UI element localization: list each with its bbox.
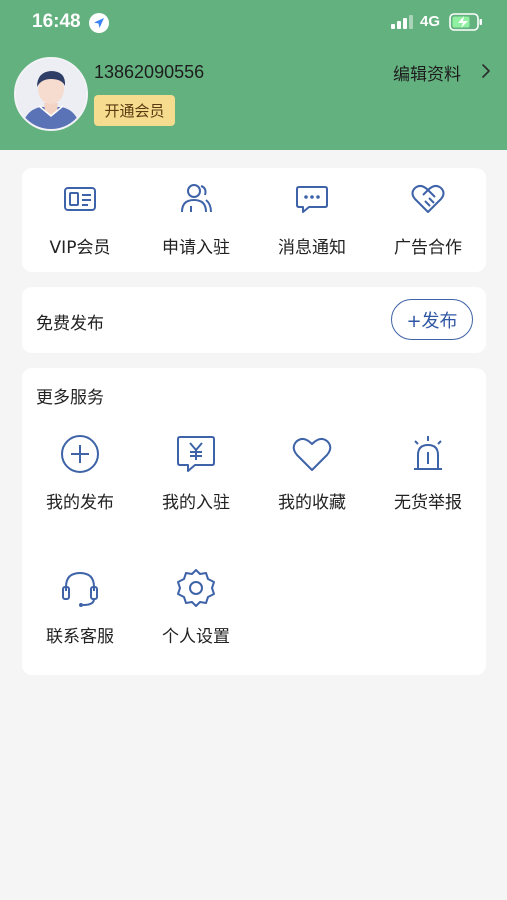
- chevron-right-icon[interactable]: [480, 62, 492, 80]
- service-my-favorites[interactable]: 我的收藏: [254, 433, 370, 533]
- quick-item-ads[interactable]: 广告合作: [370, 168, 486, 272]
- free-publish-card: 免费发布 +发布: [22, 287, 486, 353]
- quick-item-label: 申请入驻: [162, 238, 230, 258]
- quick-item-label: VIP会员: [49, 238, 111, 258]
- service-report[interactable]: 无货举报: [370, 433, 486, 533]
- status-time: 16:48: [32, 11, 81, 32]
- plus-circle-icon: [61, 435, 99, 473]
- gear-icon: [177, 569, 215, 607]
- location-arrow-icon: [89, 13, 109, 33]
- publish-button[interactable]: +发布: [391, 299, 473, 340]
- service-customer-support[interactable]: 联系客服: [22, 567, 138, 667]
- service-label: 我的入驻: [162, 493, 230, 513]
- service-my-entry[interactable]: 我的入驻: [138, 433, 254, 533]
- network-label: 4G: [420, 13, 441, 30]
- signal-icon: [391, 15, 413, 29]
- user-avatar-icon: [16, 59, 86, 129]
- member-card-icon: [64, 187, 96, 211]
- profile-header: 16:48 4G 13862090556 开通会员 编辑资料: [0, 0, 507, 150]
- status-bar: 16:48 4G: [0, 0, 507, 44]
- quick-item-vip[interactable]: VIP会员: [22, 168, 138, 272]
- more-services-title: 更多服务: [36, 388, 104, 408]
- service-label: 联系客服: [46, 627, 114, 647]
- phone-number: 13862090556: [94, 62, 205, 82]
- service-settings[interactable]: 个人设置: [138, 567, 254, 667]
- quick-item-apply[interactable]: 申请入驻: [138, 168, 254, 272]
- quick-actions-card: VIP会员 申请入驻 消息通知 广告合作: [22, 168, 486, 272]
- battery-charging-icon: [449, 13, 482, 31]
- open-vip-button[interactable]: 开通会员: [94, 95, 175, 126]
- quick-item-label: 广告合作: [394, 238, 462, 258]
- free-publish-label: 免费发布: [36, 314, 104, 334]
- service-my-posts[interactable]: 我的发布: [22, 433, 138, 533]
- service-label: 我的收藏: [278, 493, 346, 513]
- more-services-card: 更多服务 我的发布 我的入驻 我的收藏 无货举报 联系客服 个人设置: [22, 368, 486, 675]
- message-icon: [296, 186, 328, 213]
- heart-icon: [292, 438, 332, 471]
- headset-icon: [62, 571, 98, 607]
- alarm-light-icon: [414, 436, 442, 470]
- yen-message-icon: [177, 436, 215, 472]
- service-label: 个人设置: [162, 627, 230, 647]
- edit-profile-link[interactable]: 编辑资料: [393, 60, 461, 85]
- service-label: 无货举报: [394, 493, 462, 513]
- handshake-heart-icon: [411, 184, 445, 213]
- service-label: 我的发布: [46, 493, 114, 513]
- quick-item-label: 消息通知: [278, 238, 346, 258]
- quick-item-messages[interactable]: 消息通知: [254, 168, 370, 272]
- avatar[interactable]: [14, 57, 88, 131]
- users-icon: [181, 184, 212, 213]
